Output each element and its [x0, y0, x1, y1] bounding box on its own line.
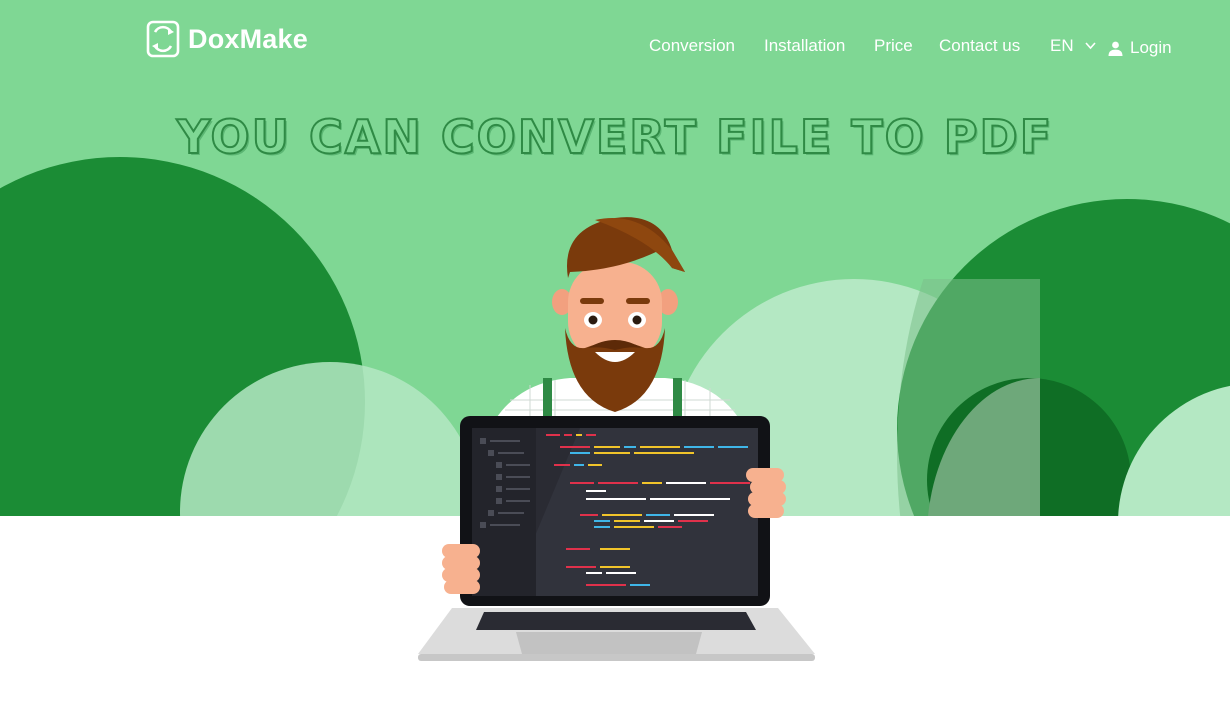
nav-item-installation[interactable]: Installation [764, 36, 845, 56]
chevron-down-icon[interactable] [1085, 42, 1096, 50]
login-label: Login [1130, 38, 1172, 57]
nav-item-contact-us[interactable]: Contact us [939, 36, 1020, 56]
main-nav: Conversion Installation Price Contact us… [0, 36, 1230, 60]
site-header: DoxMake Conversion Installation Price Co… [0, 0, 1230, 96]
man-with-laptop-illustration [418, 217, 815, 661]
nav-item-price[interactable]: Price [874, 36, 913, 56]
login-button[interactable]: Login [1108, 38, 1172, 58]
user-icon [1108, 41, 1123, 56]
language-selector[interactable]: EN [1050, 36, 1074, 56]
nav-item-conversion[interactable]: Conversion [649, 36, 735, 56]
hero-headline: YOU CAN CONVERT FILE TO PDF [176, 109, 1054, 165]
hero-headline-wrap: YOU CAN CONVERT FILE TO PDF [0, 109, 1230, 165]
